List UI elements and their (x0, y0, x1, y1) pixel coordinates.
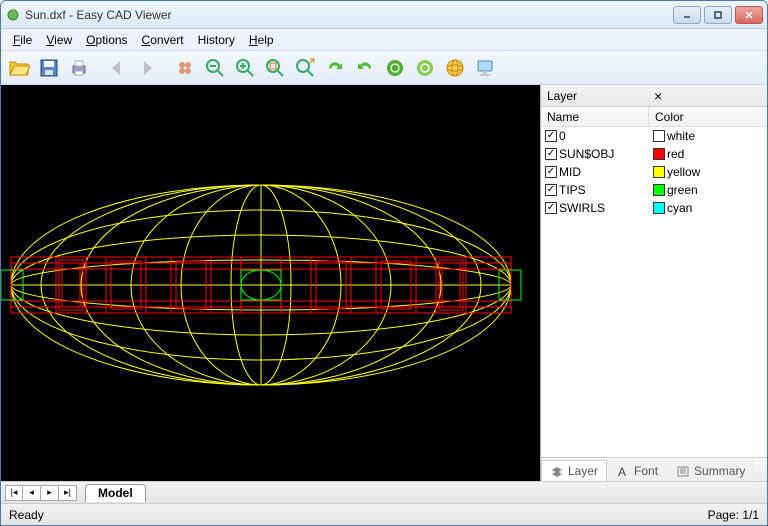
panel-tab-summary[interactable]: Summary (667, 460, 754, 482)
menu-view[interactable]: View (40, 31, 78, 49)
titlebar[interactable]: Sun.dxf - Easy CAD Viewer (1, 1, 767, 29)
layer-color-name: red (667, 147, 684, 161)
minimize-button[interactable] (673, 6, 701, 24)
zoom-out-icon[interactable] (201, 54, 229, 82)
menu-help[interactable]: Help (243, 31, 280, 49)
cad-viewport[interactable] (1, 85, 540, 481)
tab-last-button[interactable]: ▸| (59, 485, 77, 501)
undo-icon[interactable] (351, 54, 379, 82)
menu-file[interactable]: File (7, 31, 38, 49)
layer-name: SUN$OBJ (559, 147, 614, 161)
color-swatch (653, 166, 665, 178)
layer-row[interactable]: ✓SWIRLS cyan (541, 199, 767, 217)
zoom-window-icon[interactable] (291, 54, 319, 82)
tab-first-button[interactable]: |◂ (5, 485, 23, 501)
status-bar: Ready Page: 1/1 (1, 503, 767, 525)
panel-header: Layer × (541, 85, 767, 107)
window-controls (673, 6, 763, 24)
zoom-in-icon[interactable] (231, 54, 259, 82)
page-indicator: Page: 1/1 (708, 508, 759, 522)
color-swatch (653, 148, 665, 160)
model-tab[interactable]: Model (85, 484, 146, 502)
layer-checkbox[interactable]: ✓ (545, 148, 557, 160)
layer-checkbox[interactable]: ✓ (545, 202, 557, 214)
drawing-canvas (1, 85, 540, 481)
layer-name: MID (559, 165, 581, 179)
pan-icon[interactable] (171, 54, 199, 82)
maximize-button[interactable] (704, 6, 732, 24)
svg-text:A: A (618, 465, 626, 478)
column-header-name[interactable]: Name (541, 107, 649, 126)
toolbar (1, 51, 767, 85)
summary-icon (676, 464, 690, 478)
app-icon (5, 7, 21, 23)
color-swatch (653, 202, 665, 214)
open-file-icon[interactable] (5, 54, 33, 82)
layer-table-header: Name Color (541, 107, 767, 127)
panel-tabs: Layer A Font Summary (541, 457, 767, 481)
save-icon[interactable] (35, 54, 63, 82)
zoom-extents-icon[interactable] (261, 54, 289, 82)
layer-color-name: yellow (667, 165, 700, 179)
layer-checkbox[interactable]: ✓ (545, 130, 557, 142)
panel-close-button[interactable]: × (654, 89, 761, 103)
close-button[interactable] (735, 6, 763, 24)
tab-nav-buttons: |◂ ◂ ▸ ▸| (5, 485, 77, 501)
convert-dark-icon[interactable] (381, 54, 409, 82)
nav-back-icon (103, 54, 131, 82)
panel-tab-label: Font (634, 464, 658, 478)
convert-icon[interactable] (411, 54, 439, 82)
layer-color-name: cyan (667, 201, 692, 215)
status-text: Ready (9, 508, 708, 522)
color-swatch (653, 184, 665, 196)
panel-tab-layer[interactable]: Layer (541, 460, 607, 482)
tab-strip: |◂ ◂ ▸ ▸| Model (1, 481, 767, 503)
globe-icon[interactable] (441, 54, 469, 82)
redo-icon[interactable] (321, 54, 349, 82)
layer-name: SWIRLS (559, 201, 605, 215)
layer-row[interactable]: ✓TIPS green (541, 181, 767, 199)
layer-name: 0 (559, 129, 566, 143)
panel-title: Layer (547, 89, 654, 103)
app-window: Sun.dxf - Easy CAD Viewer FileViewOption… (0, 0, 768, 526)
menu-convert[interactable]: Convert (136, 31, 190, 49)
layer-color-name: green (667, 183, 698, 197)
print-icon[interactable] (65, 54, 93, 82)
layer-checkbox[interactable]: ✓ (545, 166, 557, 178)
menubar: FileViewOptionsConvertHistoryHelp (1, 29, 767, 51)
tab-next-button[interactable]: ▸ (41, 485, 59, 501)
layer-color-name: white (667, 129, 695, 143)
menu-options[interactable]: Options (80, 31, 133, 49)
nav-forward-icon (133, 54, 161, 82)
layer-row[interactable]: ✓0 white (541, 127, 767, 145)
color-swatch (653, 130, 665, 142)
monitor-icon[interactable] (471, 54, 499, 82)
layer-checkbox[interactable]: ✓ (545, 184, 557, 196)
column-header-color[interactable]: Color (649, 107, 767, 126)
layer-row[interactable]: ✓MID yellow (541, 163, 767, 181)
layer-table: Name Color ✓0white✓SUN$OBJred✓MIDyellow✓… (541, 107, 767, 457)
side-panel: Layer × Name Color ✓0white✓SUN$OBJred✓MI… (540, 85, 767, 481)
font-icon: A (616, 464, 630, 478)
layer-row[interactable]: ✓SUN$OBJ red (541, 145, 767, 163)
panel-tab-label: Layer (568, 464, 598, 478)
panel-tab-font[interactable]: A Font (607, 460, 667, 482)
tab-prev-button[interactable]: ◂ (23, 485, 41, 501)
layers-icon (550, 464, 564, 478)
content-area: Layer × Name Color ✓0white✓SUN$OBJred✓MI… (1, 85, 767, 481)
layer-name: TIPS (559, 183, 586, 197)
window-title: Sun.dxf - Easy CAD Viewer (25, 8, 673, 22)
menu-history[interactable]: History (192, 31, 241, 49)
panel-tab-label: Summary (694, 464, 745, 478)
